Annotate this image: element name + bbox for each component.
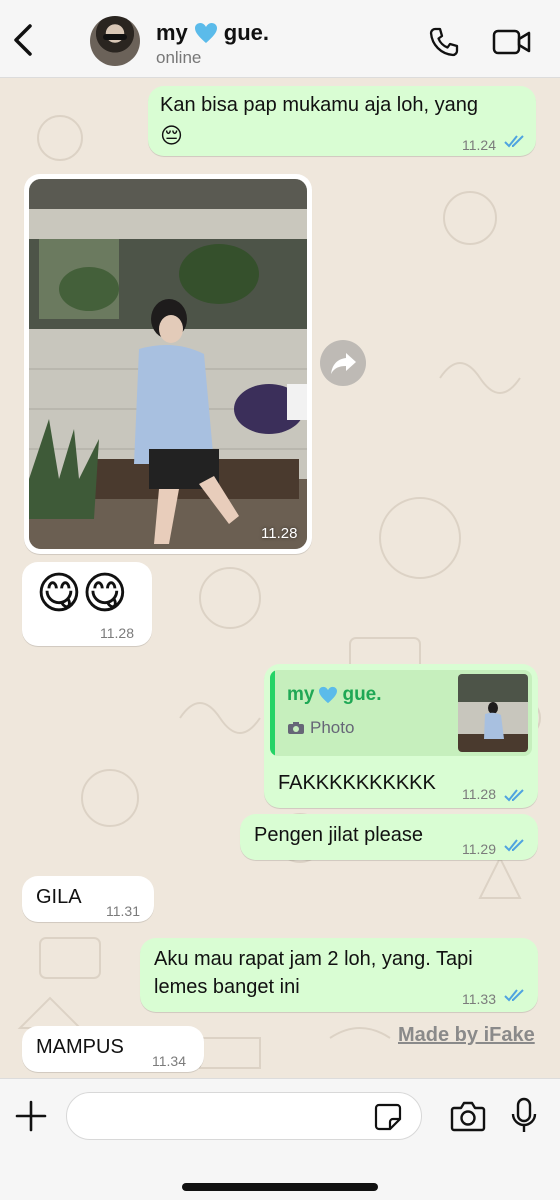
blue-heart-icon (319, 686, 338, 704)
camera-icon[interactable] (450, 1099, 486, 1133)
phone-icon[interactable] (428, 26, 460, 58)
photo-message[interactable]: 11.28 (24, 174, 312, 554)
message-text-line2: lemes banget ini (154, 976, 300, 998)
message-text-line1: Aku mau rapat jam 2 loh, yang. Tapi (154, 948, 473, 970)
forward-button[interactable] (320, 340, 366, 386)
reply-sender-suffix: gue. (342, 684, 382, 705)
message-emoji: 😋😋 (36, 569, 128, 618)
message-time: 11.33 (462, 991, 496, 1007)
forward-icon (331, 353, 356, 374)
message-text: FAKKKKKKKKKK (278, 772, 436, 794)
message-time: 11.24 (462, 137, 496, 153)
home-indicator (182, 1183, 378, 1191)
reply-accent-bar (270, 670, 275, 756)
message-time: 11.29 (462, 841, 496, 857)
reply-sender-text: my (287, 684, 315, 705)
avatar[interactable] (90, 16, 140, 66)
video-camera-icon[interactable] (492, 28, 532, 56)
camera-small-icon (288, 722, 304, 734)
back-icon[interactable] (10, 22, 38, 58)
chat-area[interactable]: Kan bisa pap mukamu aja loh, yang 😔 11.2… (0, 78, 560, 1078)
reply-thumbnail-image (458, 674, 528, 752)
microphone-icon[interactable] (510, 1097, 538, 1135)
blue-heart-icon (194, 23, 217, 43)
photo-time: 11.28 (261, 525, 298, 542)
read-ticks-icon (504, 989, 524, 1002)
photo-illustration (29, 179, 307, 549)
message-bubble-incoming[interactable]: 😋😋 11.28 (22, 562, 152, 646)
message-time: 11.31 (106, 903, 140, 919)
avatar-glasses (103, 34, 127, 40)
message-text: Pengen jilat please (254, 824, 424, 846)
message-bubble-incoming[interactable]: MAMPUS 11.34 (22, 1026, 204, 1072)
read-ticks-icon (504, 839, 524, 852)
reply-type-label: Photo (310, 718, 355, 737)
message-bubble-outgoing[interactable]: Aku mau rapat jam 2 loh, yang. Tapi leme… (140, 938, 538, 1012)
message-input[interactable] (66, 1092, 422, 1140)
message-text: GILA (36, 886, 82, 908)
reply-sender-name: my gue. (287, 684, 382, 706)
message-time: 11.28 (100, 625, 134, 641)
message-time: 11.28 (462, 786, 496, 802)
message-bubble-outgoing[interactable]: Kan bisa pap mukamu aja loh, yang 😔 11.2… (148, 86, 536, 156)
read-ticks-icon (504, 789, 524, 802)
composer-bar (0, 1078, 560, 1200)
photo-image[interactable]: 11.28 (29, 179, 307, 549)
contact-name-text: my (156, 20, 188, 45)
message-time: 11.34 (152, 1053, 186, 1069)
message-bubble-outgoing[interactable]: Pengen jilat please 11.29 (240, 814, 538, 860)
message-text: Kan bisa pap mukamu aja loh, yang (160, 94, 478, 116)
chat-header: my gue. online (0, 0, 560, 78)
message-emoji: 😔 (160, 123, 183, 148)
message-text: MAMPUS (36, 1036, 124, 1058)
reply-thumbnail (458, 674, 528, 752)
message-bubble-incoming[interactable]: GILA 11.31 (22, 876, 154, 922)
reply-type: Photo (287, 718, 354, 738)
plus-icon[interactable] (14, 1099, 48, 1133)
contact-status: online (156, 48, 202, 67)
quoted-reply[interactable]: my gue. Photo (270, 670, 532, 756)
sticker-icon[interactable] (374, 1103, 402, 1131)
read-ticks-icon (504, 135, 524, 148)
contact-name-suffix: gue. (223, 20, 270, 45)
watermark-link[interactable]: Made by iFake (398, 1024, 535, 1047)
contact-name[interactable]: my gue. (156, 20, 269, 46)
